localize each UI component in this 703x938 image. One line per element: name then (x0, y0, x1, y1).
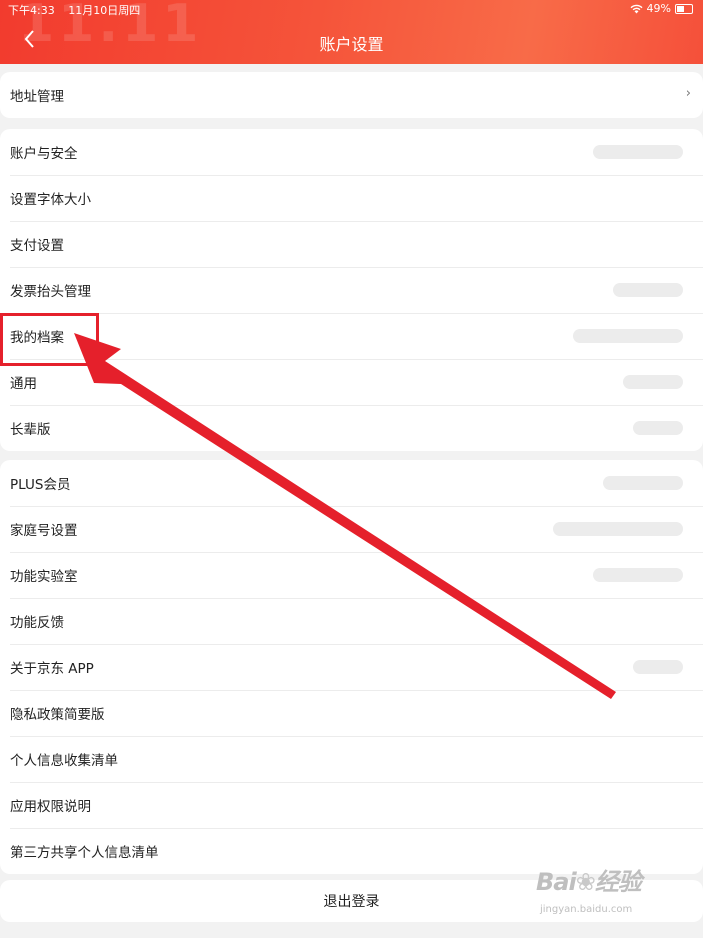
watermark-logo: Bai❀经验 (536, 868, 642, 896)
annotation-arrow (74, 333, 616, 699)
watermark-site: jingyan.baidu.com (540, 904, 633, 915)
watermark: Bai❀经验 jingyan.baidu.com (536, 862, 642, 916)
annotation-arrow-shape (74, 333, 616, 699)
